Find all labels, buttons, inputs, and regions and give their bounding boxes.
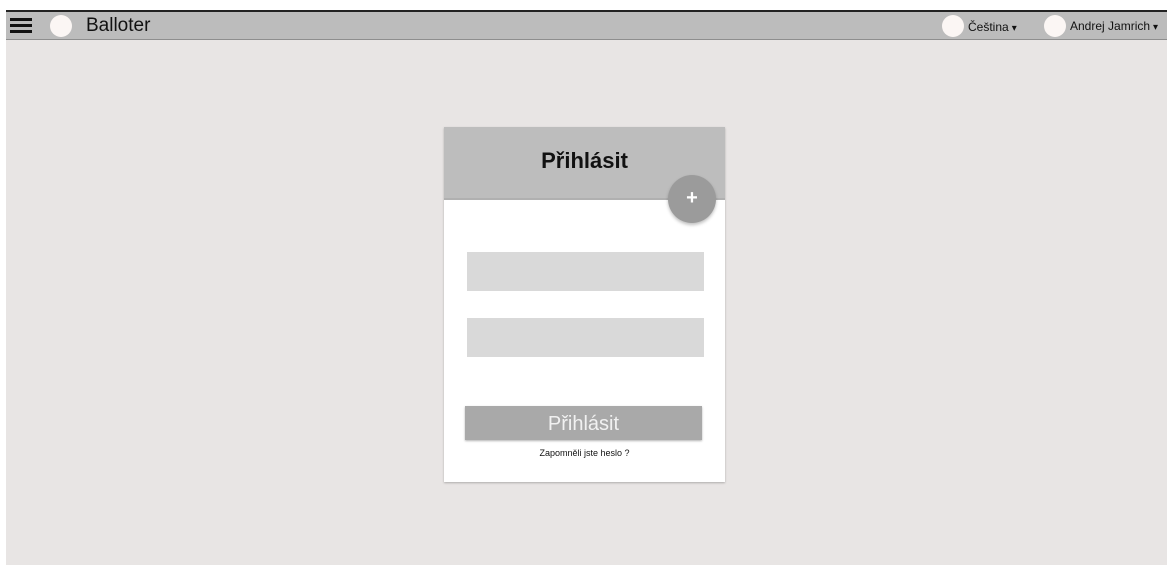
app-logo <box>50 15 72 37</box>
hamburger-line <box>10 24 32 27</box>
plus-icon: + <box>686 187 698 209</box>
chevron-down-icon: ▾ <box>1011 23 1017 34</box>
forgot-password-link[interactable]: Zapomněli jste heslo ? <box>444 448 725 459</box>
password-input[interactable] <box>467 318 704 357</box>
chevron-down-icon: ▾ <box>1153 22 1159 33</box>
hamburger-line <box>10 18 32 21</box>
login-submit-button[interactable]: Přihlásit <box>465 406 702 440</box>
language-selector[interactable]: Čeština ▾ <box>968 20 1017 36</box>
app-title: Balloter <box>86 15 151 36</box>
username-input[interactable] <box>467 252 704 291</box>
hamburger-menu-icon[interactable] <box>10 17 32 35</box>
app-window: Balloter Čeština ▾ Andrej Jamrich ▾ Přihlá… <box>6 10 1167 565</box>
user-menu[interactable]: Andrej Jamrich ▾ <box>1070 19 1158 35</box>
top-navigation-bar: Balloter Čeština ▾ Andrej Jamrich ▾ <box>6 10 1167 40</box>
login-title: Přihlásit <box>541 148 628 173</box>
user-name-label: Andrej Jamrich <box>1070 19 1151 33</box>
login-card: Přihlásit + Přihlásit Zapomněli jste hes… <box>444 127 725 482</box>
add-button[interactable]: + <box>668 175 716 223</box>
language-label: Čeština <box>968 20 1009 34</box>
hamburger-line <box>10 30 32 33</box>
language-flag-icon[interactable] <box>942 15 964 37</box>
user-avatar[interactable] <box>1044 15 1066 37</box>
